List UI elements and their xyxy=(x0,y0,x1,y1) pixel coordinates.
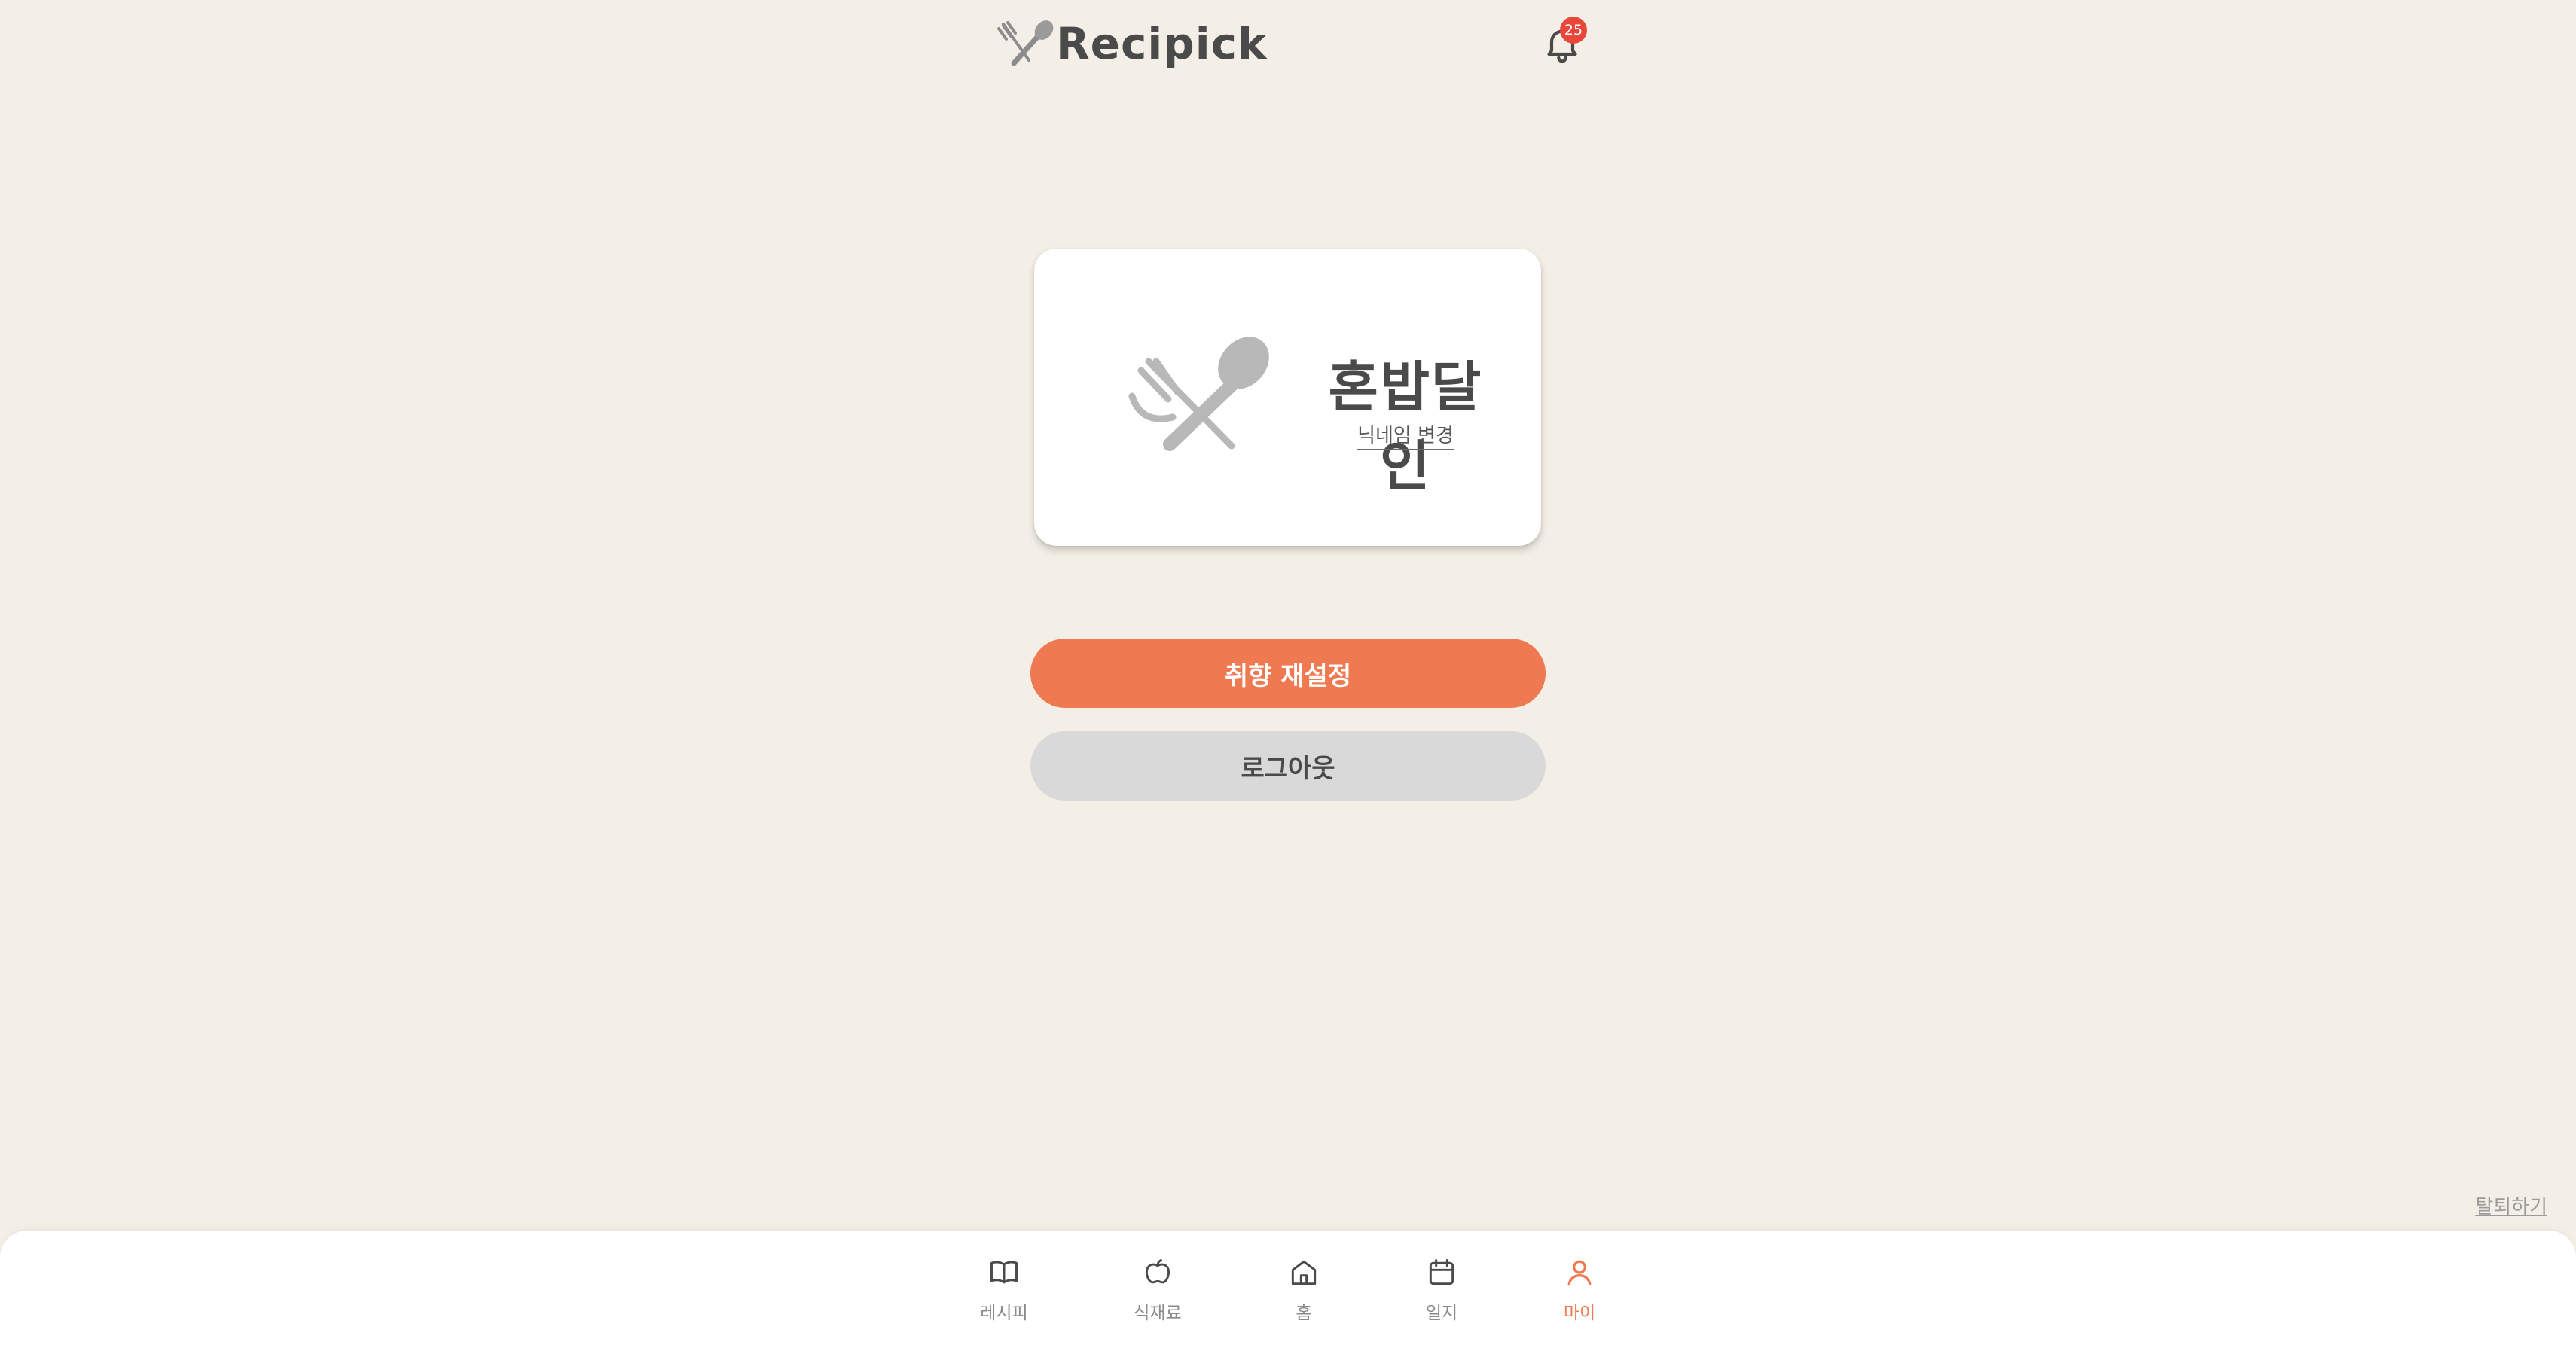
nav-item-home[interactable]: 홈 xyxy=(1244,1256,1364,1324)
user-icon xyxy=(1567,1260,1592,1285)
book-icon xyxy=(990,1261,1018,1284)
calendar-icon xyxy=(1429,1259,1454,1285)
apple-icon xyxy=(1145,1259,1170,1284)
change-nickname-link-wrap: 닉네임 변경 xyxy=(1311,420,1500,450)
brand-name: Recipick xyxy=(1056,18,1268,69)
fork-spoon-icon xyxy=(997,20,1054,66)
bottom-navigation: 레시피 식재료 홈 일지 마이 xyxy=(0,1231,2576,1351)
nav-item-my[interactable]: 마이 xyxy=(1519,1256,1640,1324)
nav-item-ingredients[interactable]: 식재료 xyxy=(1097,1256,1218,1324)
reset-preferences-button[interactable]: 취향 재설정 xyxy=(1030,639,1546,708)
avatar-fork-spoon-icon xyxy=(1128,337,1269,451)
notification-count-badge: 25 xyxy=(1560,17,1587,44)
nav-label-recipes: 레시피 xyxy=(980,1304,1028,1323)
nav-item-recipes[interactable]: 레시피 xyxy=(944,1256,1064,1324)
logout-button[interactable]: 로그아웃 xyxy=(1030,731,1546,801)
change-nickname-link[interactable]: 닉네임 변경 xyxy=(1357,425,1454,450)
withdraw-link[interactable]: 탈퇴하기 xyxy=(2475,1191,2547,1219)
app-logo[interactable]: Recipick xyxy=(996,17,1268,71)
nav-label-journal: 일지 xyxy=(1425,1304,1458,1323)
home-icon xyxy=(1291,1260,1317,1285)
nav-label-my: 마이 xyxy=(1563,1304,1596,1323)
nav-label-home: 홈 xyxy=(1296,1304,1312,1323)
nav-label-ingredients: 식재료 xyxy=(1134,1304,1182,1323)
profile-card: 혼밥달인 닉네임 변경 xyxy=(1034,249,1541,546)
nav-item-journal[interactable]: 일지 xyxy=(1381,1256,1502,1324)
